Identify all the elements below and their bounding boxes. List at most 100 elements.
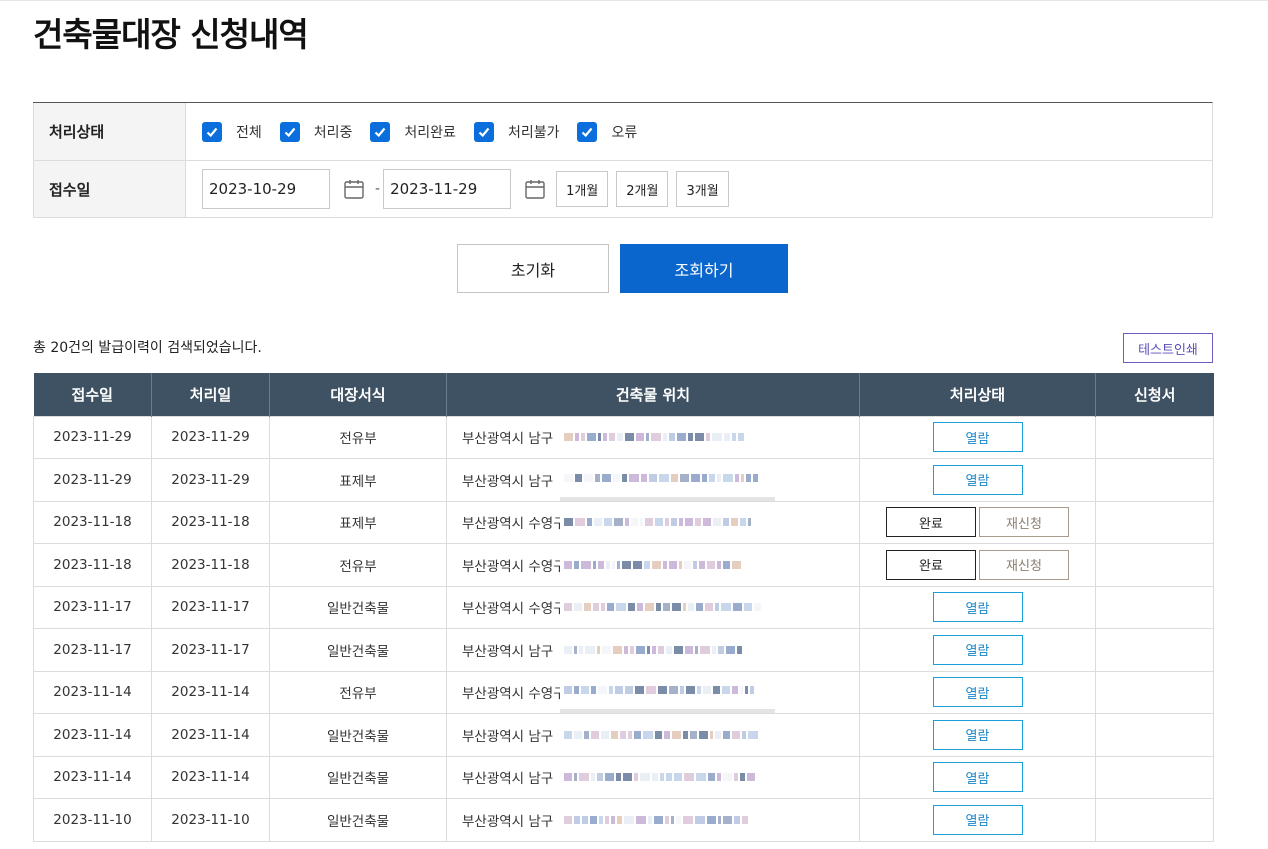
processed-date-cell: 2023-11-18 (151, 543, 270, 587)
redacted-address-mask (560, 629, 775, 671)
application-form-cell (1095, 415, 1214, 459)
status-checkbox-label: 처리불가 (507, 124, 560, 141)
column-header: 대장서식 (269, 373, 447, 416)
application-form-cell (1095, 713, 1214, 757)
calendar-icon[interactable] (523, 177, 547, 201)
address-text: 부산광역시 수영구 (462, 558, 566, 575)
checkbox-checked-icon[interactable] (202, 121, 222, 142)
checkbox-checked-icon[interactable] (279, 121, 300, 142)
view-button[interactable]: 열람 (932, 804, 1023, 835)
form-type-cell: 일반건축물 (269, 628, 447, 672)
processed-date-cell: 2023-11-14 (151, 670, 270, 714)
redacted-address-mask (560, 459, 775, 501)
building-location-cell: 부산광역시 수영구 (446, 543, 860, 587)
building-location-cell: 부산광역시 수영구 (446, 500, 860, 544)
date-from-input[interactable] (202, 169, 330, 209)
reapply-button[interactable]: 재신청 (979, 507, 1069, 538)
history-table: 접수일 처리일 대장서식 건축물 위치 처리상태 신청서 2023-11-29 2023-1… (33, 373, 1214, 842)
address-text: 부산광역시 남구 (462, 643, 554, 660)
redacted-address-mask (560, 544, 775, 586)
status-filter-row: 처리상태 전체 처리중 처리완료 처리불가 오류 (33, 103, 1212, 160)
page-title: 건축물대장 신청내역 (33, 15, 309, 54)
redacted-address-mask (560, 416, 775, 458)
received-date-cell: 2023-11-18 (33, 500, 152, 544)
form-type-cell: 일반건축물 (269, 585, 447, 629)
address-text: 부산광역시 수영구 (462, 516, 566, 533)
column-header: 처리일 (151, 373, 270, 416)
status-cell: 열람 (859, 713, 1096, 757)
view-button[interactable]: 열람 (932, 422, 1023, 453)
calendar-icon[interactable] (342, 177, 366, 201)
status-checkbox-4[interactable]: 오류 (577, 121, 637, 142)
processed-date-cell: 2023-11-29 (151, 458, 270, 502)
form-type-cell: 전유부 (269, 543, 447, 587)
status-checkbox-1[interactable]: 처리중 (279, 121, 352, 142)
checkbox-checked-icon[interactable] (577, 121, 598, 142)
reset-button[interactable]: 초기화 (457, 244, 609, 293)
status-cell: 열람 (859, 755, 1096, 799)
processed-date-cell: 2023-11-10 (151, 798, 270, 842)
address-text: 부산광역시 수영구 (462, 686, 566, 703)
period-button-2[interactable]: 2개월 (616, 171, 669, 207)
checkbox-checked-icon[interactable] (370, 121, 391, 142)
table-row: 2023-11-14 2023-11-14 전유부 부산광역시 수영구 열람 (33, 670, 1214, 714)
date-to-input[interactable] (383, 169, 512, 209)
period-button-1[interactable]: 1개월 (556, 171, 609, 207)
view-button[interactable]: 열람 (932, 719, 1023, 750)
form-type-cell: 전유부 (269, 670, 447, 714)
date-range-controls: - 1개월2개월3개월 (186, 161, 1212, 217)
date-filter-row: 접수일 - 1개월2개월3개월 (33, 160, 1212, 217)
table-row: 2023-11-10 2023-11-10 일반건축물 부산광역시 남구 열람 (33, 798, 1214, 842)
search-button[interactable]: 조회하기 (620, 244, 788, 293)
table-body: 2023-11-29 2023-11-29 전유부 부산광역시 남구 열람 2023-11… (33, 415, 1214, 842)
table-row: 2023-11-18 2023-11-18 표제부 부산광역시 수영구 완료 재신청 (33, 500, 1214, 544)
form-type-cell: 표제부 (269, 500, 447, 544)
status-cell: 열람 (859, 798, 1096, 842)
table-row: 2023-11-18 2023-11-18 전유부 부산광역시 수영구 완료 재신청 (33, 543, 1214, 587)
address-text: 부산광역시 남구 (462, 431, 554, 448)
period-button-group: 1개월 2개월 3개월 (556, 171, 737, 207)
completed-button[interactable]: 완료 (886, 507, 976, 538)
reapply-button[interactable]: 재신청 (979, 549, 1069, 580)
form-type-cell: 표제부 (269, 458, 447, 502)
column-header: 처리상태 (859, 373, 1096, 416)
status-checkbox-label: 처리완료 (404, 124, 456, 141)
checkbox-checked-icon[interactable] (473, 121, 494, 142)
test-print-button[interactable]: 테스트인쇄 (1123, 333, 1213, 363)
received-date-cell: 2023-11-10 (33, 798, 152, 842)
form-type-cell: 전유부 (269, 415, 447, 459)
application-form-cell (1095, 458, 1214, 502)
received-date-cell: 2023-11-17 (33, 628, 152, 672)
status-checkbox-2[interactable]: 처리완료 (370, 121, 456, 142)
view-button[interactable]: 열람 (932, 677, 1023, 708)
view-button[interactable]: 열람 (932, 464, 1023, 495)
table-row: 2023-11-17 2023-11-17 일반건축물 부산광역시 남구 열람 (33, 628, 1214, 672)
view-button[interactable]: 열람 (932, 592, 1023, 623)
status-cell: 완료 재신청 (859, 500, 1096, 544)
application-form-cell (1095, 798, 1214, 842)
completed-button[interactable]: 완료 (886, 549, 976, 580)
address-text: 부산광역시 남구 (462, 728, 554, 745)
redacted-address-mask (560, 714, 775, 756)
period-button-3[interactable]: 3개월 (676, 171, 729, 207)
view-button[interactable]: 열람 (932, 762, 1023, 793)
processed-date-cell: 2023-11-14 (151, 755, 270, 799)
processed-date-cell: 2023-11-17 (151, 585, 270, 629)
application-form-cell (1095, 670, 1214, 714)
building-location-cell: 부산광역시 남구 (446, 713, 860, 757)
redacted-address-mask (560, 501, 775, 543)
table-row: 2023-11-29 2023-11-29 표제부 부산광역시 남구 열람 (33, 458, 1214, 502)
redacted-address-mask (560, 756, 775, 798)
status-cell: 열람 (859, 585, 1096, 629)
status-filter-label: 처리상태 (33, 103, 186, 160)
table-row: 2023-11-17 2023-11-17 일반건축물 부산광역시 수영구 열람 (33, 585, 1214, 629)
processed-date-cell: 2023-11-29 (151, 415, 270, 459)
status-cell: 열람 (859, 458, 1096, 502)
building-location-cell: 부산광역시 수영구 (446, 585, 860, 629)
status-cell: 열람 (859, 415, 1096, 459)
address-text: 부산광역시 수영구 (462, 601, 566, 618)
redacted-address-mask (560, 799, 775, 841)
status-checkbox-3[interactable]: 처리불가 (473, 121, 560, 142)
status-checkbox-0[interactable]: 전체 (202, 121, 262, 142)
view-button[interactable]: 열람 (932, 634, 1023, 665)
